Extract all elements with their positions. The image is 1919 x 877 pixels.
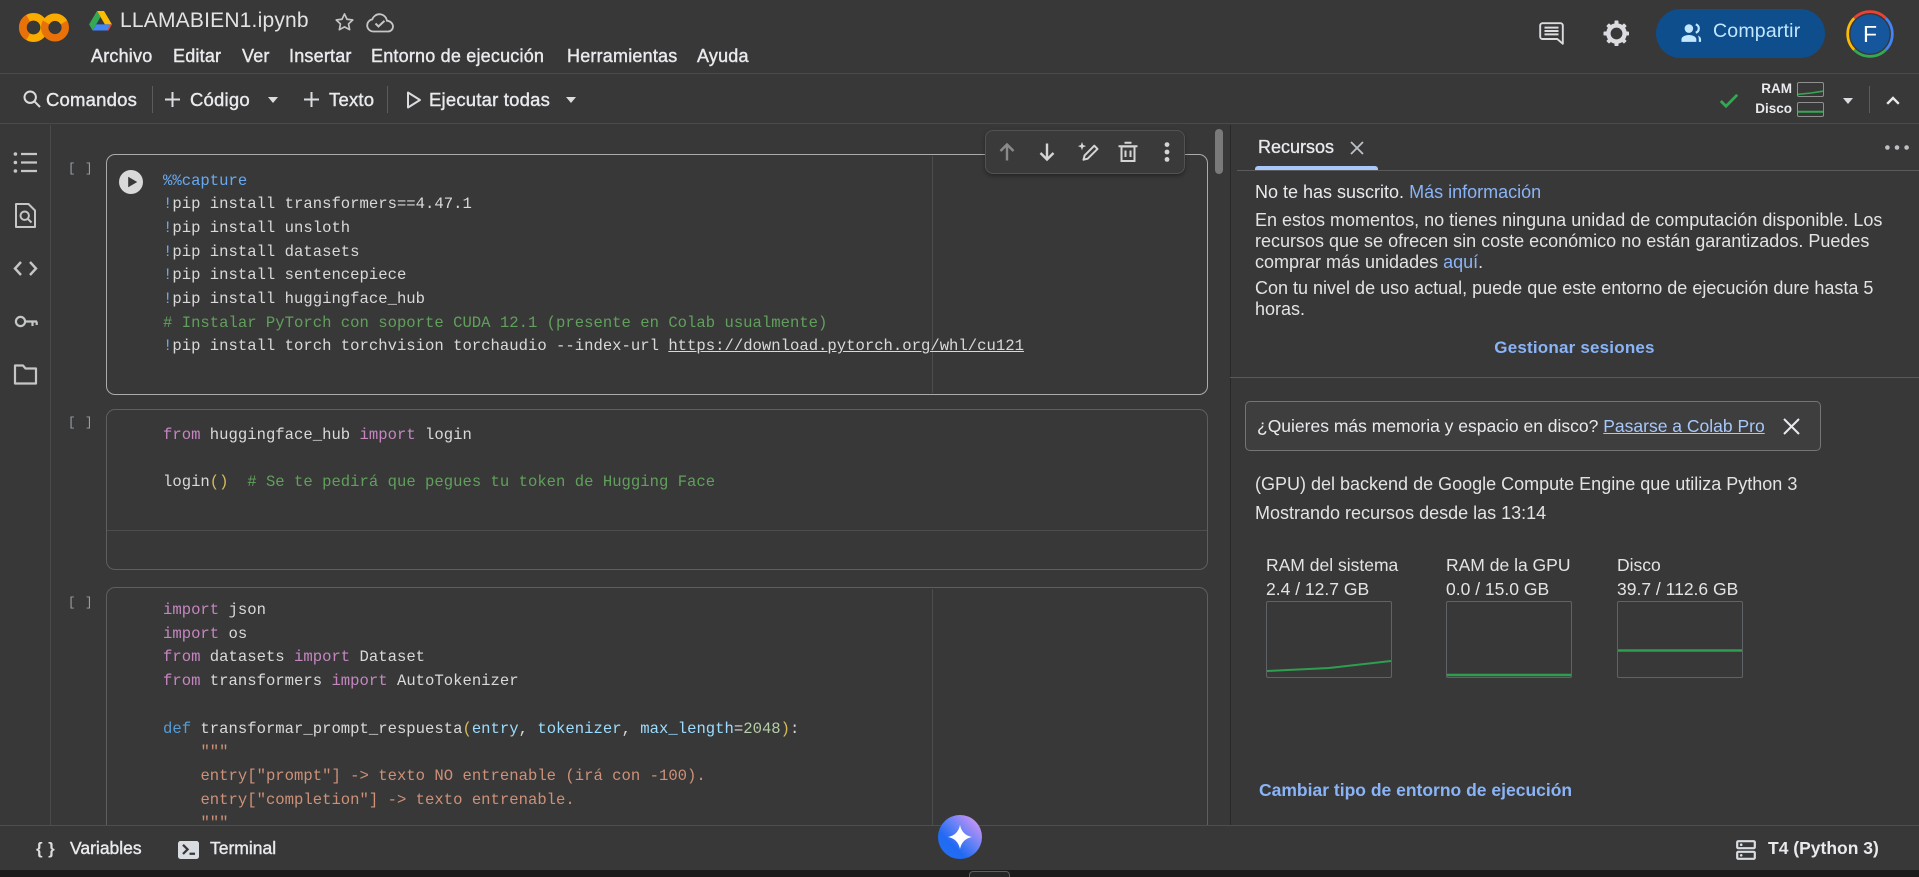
- svg-text:F: F: [1863, 21, 1877, 47]
